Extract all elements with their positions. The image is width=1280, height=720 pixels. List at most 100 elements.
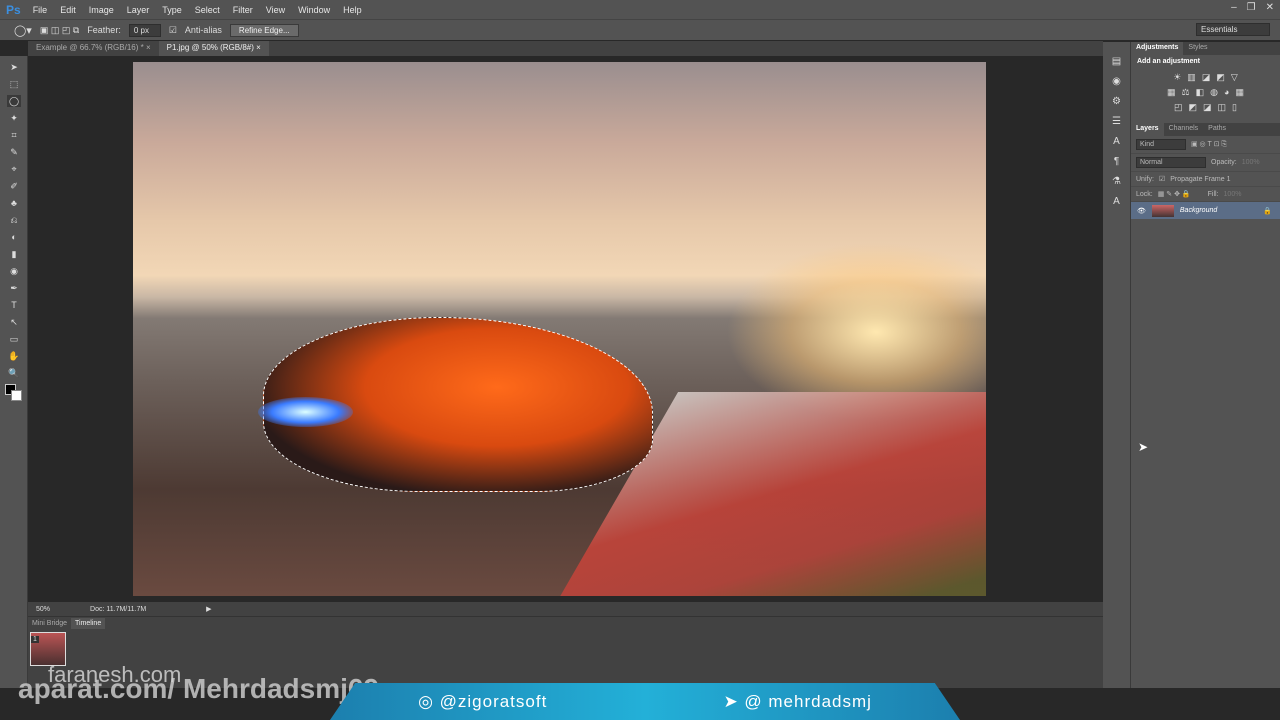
menu-edit[interactable]: Edit [60,5,76,15]
threshold-icon[interactable]: ◪ [1203,102,1212,113]
healing-tool-icon[interactable]: ⌖ [7,163,21,175]
lasso-icon[interactable]: ◯▾ [14,24,32,37]
brightness-icon[interactable]: ☀ [1173,72,1181,83]
tab-label: Example @ 66.7% (RGB/16) * [36,43,144,52]
dodge-tool-icon[interactable]: ◉ [7,265,21,277]
tab-layers[interactable]: Layers [1131,123,1164,136]
feather-label: Feather: [87,25,121,35]
tab-channels[interactable]: Channels [1164,123,1204,136]
exhaust-flame [258,397,353,427]
fill-input[interactable]: 100% [1224,191,1242,198]
pen-tool-icon[interactable]: ✒ [7,282,21,294]
blend-mode-select[interactable]: Normal [1136,157,1206,168]
menu-select[interactable]: Select [195,5,220,15]
color-swatches[interactable] [5,384,22,404]
tab-label: P1.jpg @ 50% (RGB/8#) [166,43,254,52]
restore-button[interactable]: ❐ [1247,2,1256,13]
dock-icons[interactable]: ▤ ◉ ⚙ ☰ A ¶ ⚗ A [1103,42,1130,212]
gradient-tool-icon[interactable]: ▮ [7,248,21,260]
tab-adjustments[interactable]: Adjustments [1131,42,1184,55]
channel-mixer-icon[interactable]: ◕ [1224,87,1229,98]
frame-number: 1 [31,636,39,643]
tab-example[interactable]: Example @ 66.7% (RGB/16) * × [28,41,159,56]
invert-icon[interactable]: ◰ [1174,102,1183,113]
posterize-icon[interactable]: ◩ [1189,102,1198,113]
timeline-frame[interactable]: 1 [30,632,66,666]
filter-icons[interactable]: ▣ ◎ T ⊡ ⎘ [1191,140,1227,149]
tab-styles[interactable]: Styles [1183,42,1212,55]
refine-edge-button[interactable]: Refine Edge... [229,23,299,37]
workspace-select[interactable]: Essentials [1196,23,1270,36]
gradient-map-icon[interactable]: ▯ [1232,102,1237,113]
history-brush-tool-icon[interactable]: ⎌ [7,214,21,226]
lasso-tool-icon[interactable]: ◯ [7,95,21,107]
hand-tool-icon[interactable]: ✋ [7,350,21,362]
tools-panel: ➤ ⬚ ◯ ✦ ⌗ ✎ ⌖ ✐ ♣ ⎌ ◐ ▮ ◉ ✒ T ↖ ▭ ✋ 🔍 [0,56,28,688]
color-balance-icon[interactable]: ⚖ [1182,87,1190,98]
layer-lock-icon: 🔒 [1263,207,1272,215]
zoom-level[interactable]: 50% [36,606,50,613]
aparat-watermark: aparat.com/ Mehrdadsmj69 [18,673,380,704]
lock-label: Lock: [1136,190,1153,198]
close-tab-icon[interactable]: × [256,43,261,52]
menu-view[interactable]: View [266,5,285,15]
quick-select-tool-icon[interactable]: ✦ [7,112,21,124]
eyedropper-tool-icon[interactable]: ✎ [7,146,21,158]
close-tab-icon[interactable]: × [146,43,151,52]
photoshop-logo: Ps [6,2,21,17]
status-bar: 50% Doc: 11.7M/11.7M ▶ [28,602,1103,616]
layer-name: Background [1179,207,1218,214]
antialias-checkbox[interactable]: ☑ [169,25,177,36]
tab-mini-bridge[interactable]: Mini Bridge [28,618,71,629]
instagram-handle: ◎ @zigoratsoft [418,691,548,711]
exposure-icon[interactable]: ◩ [1216,72,1225,83]
brush-tool-icon[interactable]: ✐ [7,180,21,192]
minimize-button[interactable]: – [1231,2,1237,13]
layer-background[interactable]: 👁 Background 🔒 [1131,202,1280,219]
mouse-cursor-icon: ➤ [1138,440,1149,454]
marquee-tool-icon[interactable]: ⬚ [7,78,21,90]
photo-filter-icon[interactable]: ◍ [1210,87,1218,98]
vibrance-icon[interactable]: ▽ [1231,72,1238,83]
feather-input[interactable]: 0 px [128,23,161,37]
doc-size: Doc: 11.7M/11.7M [90,605,147,613]
path-select-tool-icon[interactable]: ↖ [7,316,21,328]
zoom-tool-icon[interactable]: 🔍 [7,367,21,379]
telegram-text: @ mehrdadsmj [744,691,872,711]
menu-file[interactable]: File [33,5,48,15]
selective-color-icon[interactable]: ◫ [1218,102,1227,113]
close-button[interactable]: ✕ [1266,2,1274,13]
crop-tool-icon[interactable]: ⌗ [7,129,21,141]
stamp-tool-icon[interactable]: ♣ [7,197,21,209]
menu-filter[interactable]: Filter [233,5,253,15]
tab-timeline[interactable]: Timeline [71,618,106,629]
move-tool-icon[interactable]: ➤ [7,61,21,73]
status-arrow-icon[interactable]: ▶ [206,605,211,613]
tab-paths[interactable]: Paths [1203,123,1231,136]
document-tabs: Example @ 66.7% (RGB/16) * × P1.jpg @ 50… [28,41,1103,56]
shape-tool-icon[interactable]: ▭ [7,333,21,345]
levels-icon[interactable]: ▥ [1187,72,1196,83]
menu-bar: Ps File Edit Image Layer Type Select Fil… [0,0,1280,19]
layer-thumbnail [1151,204,1174,217]
color-lookup-icon[interactable]: ▦ [1235,87,1244,98]
opacity-input[interactable]: 100% [1242,159,1260,166]
menu-help[interactable]: Help [343,5,362,15]
kind-filter[interactable]: Kind [1136,139,1186,150]
menu-image[interactable]: Image [89,5,114,15]
fill-label: Fill: [1207,190,1219,198]
type-tool-icon[interactable]: T [7,299,21,311]
menu-window[interactable]: Window [298,5,330,15]
tab-p1[interactable]: P1.jpg @ 50% (RGB/8#) × [158,41,269,56]
visibility-eye-icon[interactable]: 👁 [1137,207,1146,215]
lock-icons[interactable]: ▦ ✎ ✥ 🔒 [1158,190,1191,198]
menu-layer[interactable]: Layer [127,5,150,15]
car-photo-canvas[interactable] [133,62,986,596]
propagate-label[interactable]: Propagate Frame 1 [1170,176,1230,183]
curves-icon[interactable]: ◪ [1202,72,1211,83]
selection-mode-icons[interactable]: ▣ ◫ ◰ ⧉ [40,25,79,36]
black-white-icon[interactable]: ◧ [1196,87,1205,98]
menu-type[interactable]: Type [162,5,182,15]
eraser-tool-icon[interactable]: ◐ [7,231,21,243]
hue-sat-icon[interactable]: ▦ [1167,87,1176,98]
